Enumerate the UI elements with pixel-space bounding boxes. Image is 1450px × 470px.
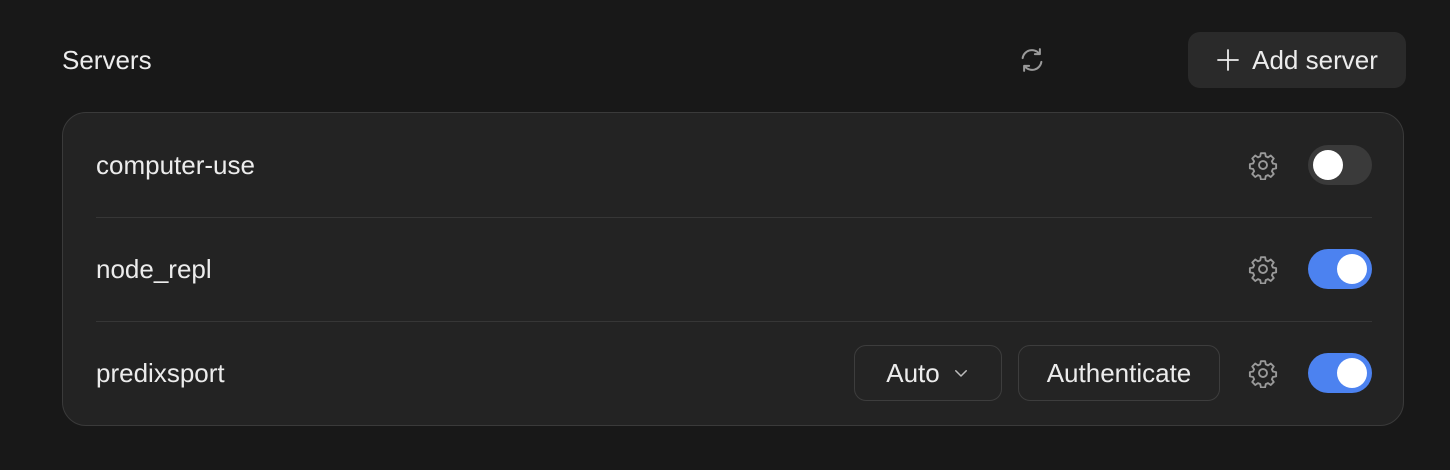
page-title: Servers	[62, 45, 152, 75]
mode-select-value: Auto	[886, 357, 940, 388]
authenticate-label: Authenticate	[1046, 357, 1192, 388]
plus-icon	[1216, 48, 1240, 72]
enable-toggle[interactable]	[1308, 249, 1372, 289]
server-name: computer-use	[96, 150, 255, 180]
servers-header: Servers Add server	[62, 32, 1406, 88]
server-name: node_repl	[96, 254, 212, 284]
refresh-icon	[1021, 48, 1043, 72]
mode-select[interactable]: Auto	[854, 345, 1002, 401]
enable-toggle[interactable]	[1308, 145, 1372, 185]
refresh-button[interactable]	[1004, 32, 1060, 88]
toggle-knob	[1337, 358, 1367, 388]
toggle-knob	[1313, 150, 1343, 180]
gear-icon[interactable]	[1248, 358, 1278, 389]
chevron-down-icon	[952, 364, 970, 382]
authenticate-button[interactable]: Authenticate	[1018, 345, 1220, 401]
enable-toggle[interactable]	[1308, 353, 1372, 393]
server-row-predixsport: predixsport Auto Authenticate	[96, 321, 1372, 425]
server-name: predixsport	[96, 358, 225, 388]
add-server-label: Add server	[1252, 45, 1378, 75]
toggle-knob	[1337, 254, 1367, 284]
servers-list: computer-use node_repl predixsport Auto …	[62, 112, 1404, 426]
server-row-node-repl: node_repl	[96, 217, 1372, 321]
gear-icon[interactable]	[1248, 150, 1278, 181]
add-server-button[interactable]: Add server	[1188, 32, 1406, 88]
gear-icon[interactable]	[1248, 254, 1278, 285]
server-row-computer-use: computer-use	[96, 113, 1372, 217]
